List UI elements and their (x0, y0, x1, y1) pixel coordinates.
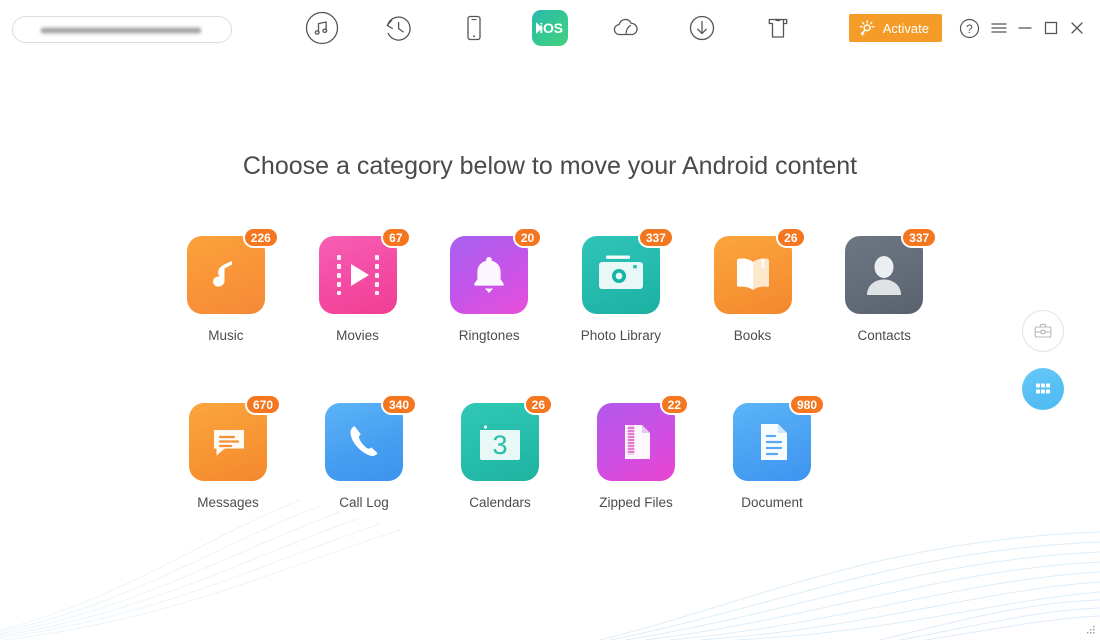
tshirt-icon (768, 18, 787, 38)
history-clock-circle-icon (386, 16, 411, 41)
download-arrow-circle-icon (689, 15, 714, 41)
help-button[interactable]: ? (956, 14, 982, 42)
window-controls: Activate ? (848, 14, 1090, 42)
category-icon-wrap: 340 (325, 394, 417, 481)
category-photo-library[interactable]: 337 Photo Library (555, 227, 687, 343)
redacted-text (41, 26, 201, 35)
category-label: Photo Library (580, 328, 661, 343)
toolbar-item-downloader[interactable] (676, 8, 727, 48)
briefcase-icon (1034, 323, 1052, 338)
phone-device-icon (466, 15, 481, 41)
category-label: Messages (197, 495, 259, 510)
category-badge: 980 (788, 394, 825, 415)
calendar-day: 3 (492, 430, 507, 460)
category-label: Ringtones (458, 328, 520, 343)
category-label: Books (733, 328, 772, 343)
search-input[interactable] (12, 16, 232, 43)
category-icon-wrap: 20 (450, 227, 543, 314)
category-label: Call Log (339, 495, 389, 510)
category-label: Movies (336, 328, 379, 343)
toolbar-item-move-to-ios[interactable]: iOS (524, 8, 575, 48)
application-window: iOS Activate ? Choose a category below t… (0, 0, 1100, 640)
category-document[interactable]: 980 Document (704, 394, 840, 510)
category-badge: 226 (242, 227, 279, 248)
category-label: Contacts (857, 328, 911, 343)
title-bar: iOS Activate ? (0, 0, 1100, 56)
category-music[interactable]: 226 Music (160, 227, 292, 343)
category-calendars[interactable]: 3 26 Calendars (432, 394, 568, 510)
category-badge: 26 (523, 394, 553, 415)
cloud-icon (613, 18, 638, 36)
category-label: Document (741, 495, 803, 510)
category-contacts[interactable]: 337 Contacts (818, 227, 950, 343)
category-label: Calendars (469, 495, 531, 510)
toolbar-nav: iOS (296, 8, 803, 48)
minimize-button[interactable] (1012, 14, 1038, 42)
category-books[interactable]: 26 Books (687, 227, 819, 343)
close-icon (1071, 22, 1083, 34)
category-icon-wrap: 226 (186, 227, 279, 314)
toolbar-item-cloud-manager[interactable] (600, 8, 651, 48)
category-ringtones[interactable]: 20 Ringtones (423, 227, 555, 343)
close-button[interactable] (1064, 14, 1090, 42)
minimize-icon (1018, 27, 1032, 29)
key-light-icon (859, 19, 875, 36)
music-note-circle-icon (305, 11, 338, 45)
page-title: Choose a category below to move your And… (242, 152, 858, 180)
category-badge: 22 (659, 394, 689, 415)
activate-label: Activate (882, 20, 929, 36)
category-badge: 340 (380, 394, 417, 415)
category-badge: 337 (637, 227, 674, 248)
toolbar-item-backup-restore[interactable] (372, 8, 423, 48)
grid-apps-icon (1036, 383, 1050, 394)
menu-icon (991, 23, 1007, 33)
maximize-icon (1044, 21, 1058, 35)
category-row-2: 670 Messages 340 Call Log 3 26 Calendars… (160, 394, 950, 510)
toolbar-item-device-manager[interactable] (448, 8, 499, 48)
zip-file-icon (597, 403, 675, 481)
question-circle-icon: ? (959, 18, 979, 38)
bell-icon (450, 236, 529, 314)
category-icon-wrap: 337 (581, 227, 674, 314)
category-grid: 226 Music 67 Movies 20 Ringtones 337 Pho… (160, 227, 950, 510)
category-icon-wrap: 980 (733, 394, 825, 481)
toolbox-button[interactable] (1022, 310, 1064, 352)
ios-label: iOS (539, 20, 563, 36)
category-icon-wrap: 3 26 (461, 394, 553, 481)
category-icon-wrap: 337 (845, 227, 938, 314)
category-zipped-files[interactable]: 22 Zipped Files (568, 394, 704, 510)
open-book-icon (713, 236, 792, 314)
arrow-right-icon (535, 22, 542, 34)
category-icon-wrap: 22 (597, 394, 689, 481)
calendar-icon: 3 (461, 403, 539, 481)
film-play-icon (318, 236, 397, 314)
category-messages[interactable]: 670 Messages (160, 394, 296, 510)
category-badge: 670 (244, 394, 281, 415)
resize-grip[interactable] (1084, 625, 1096, 637)
category-call-log[interactable]: 340 Call Log (296, 394, 432, 510)
category-movies[interactable]: 67 Movies (292, 227, 424, 343)
category-badge: 26 (776, 227, 806, 248)
category-badge: 337 (901, 227, 938, 248)
category-row-1: 226 Music 67 Movies 20 Ringtones 337 Pho… (160, 227, 950, 343)
activate-button[interactable]: Activate (848, 14, 942, 42)
menu-button[interactable] (986, 14, 1012, 42)
category-icon-wrap: 670 (189, 394, 281, 481)
category-icon-wrap: 67 (318, 227, 411, 314)
category-icon-wrap: 26 (713, 227, 806, 314)
toolbar-item-ringtone-maker[interactable] (752, 8, 803, 48)
maximize-button[interactable] (1038, 14, 1064, 42)
category-badge: 67 (381, 227, 411, 248)
category-badge: 20 (512, 227, 543, 248)
category-label: Music (208, 328, 244, 343)
floating-buttons (1022, 310, 1064, 410)
apps-grid-button[interactable] (1022, 368, 1064, 410)
category-label: Zipped Files (599, 495, 673, 510)
svg-text:?: ? (966, 21, 973, 35)
ios-transfer-icon: iOS (531, 10, 568, 46)
toolbar-item-music-manager[interactable] (296, 8, 347, 48)
